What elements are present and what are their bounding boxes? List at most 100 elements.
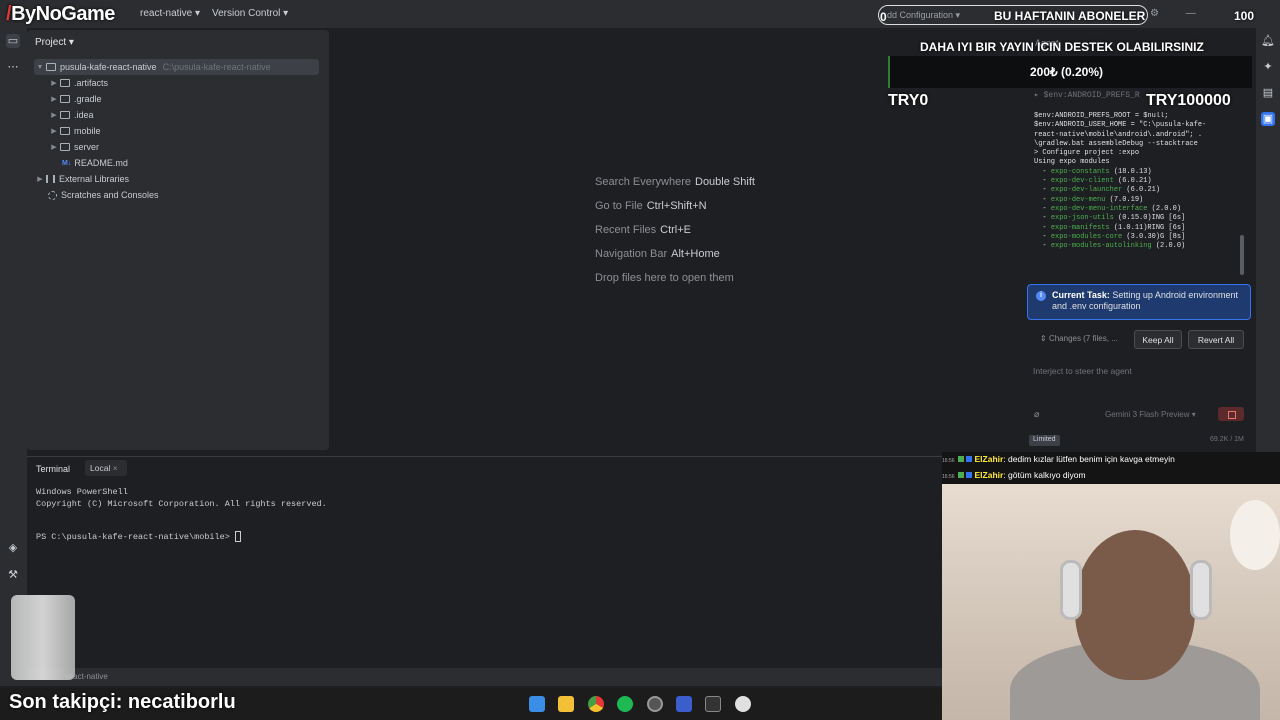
support-text: DAHA IYI BIR YAYIN ICIN DESTEK OLABILIRS… [920,40,1204,54]
terminal-line: Windows PowerShell [36,487,128,497]
spotify-icon[interactable] [617,696,633,712]
terminal-panel[interactable] [27,456,942,666]
hint-search-everywhere: Search Everywhere Double Shift [595,176,755,188]
module-line: - expo-manifests (1.0.11)RING [6s] [1034,223,1186,232]
chevron-right-icon[interactable]: ▶ [48,79,60,87]
database-icon[interactable]: ▤ [1261,86,1275,100]
window-controls[interactable]: ⚙ — [1150,8,1208,19]
tree-item-scratches[interactable]: Scratches and Consoles [48,187,159,203]
current-task-banner: i Current Task: Setting up Android envir… [1027,284,1251,320]
module-list: - expo-constants (18.0.13) - expo-dev-cl… [1034,168,1244,252]
module-line: - expo-dev-menu-interface (2.0.0) [1034,204,1182,213]
module-version: (3.0.30)G [8s] [1122,232,1186,241]
status-bar [0,668,942,686]
tree-item-server[interactable]: ▶ server [48,139,99,155]
folder-icon [60,127,70,135]
module-name: expo-json-utils [1050,214,1114,223]
chevron-down-icon[interactable]: ▼ [34,64,46,71]
terminal-tab[interactable]: Terminal [36,464,70,474]
headphone-left [1060,560,1082,620]
cmd-line: \gradlew.bat assembleDebug --stacktrace [1034,139,1198,148]
cmd-line: react-native\mobile\android\.android"; . [1034,130,1203,139]
module-name: expo-modules-core [1050,232,1123,241]
tree-item-gradle[interactable]: ▶ .gradle [48,91,101,107]
chrome-icon[interactable] [588,696,604,712]
local-tab[interactable]: Local × [85,460,127,476]
tree-root[interactable]: ▼ pusula-kafe-react-native C:\pusula-kaf… [34,59,319,75]
tree-item-label: mobile [74,126,101,136]
tree-item-label: .idea [74,110,94,120]
cmd-line: $env:ANDROID_USER_HOME = "C:\pusula-kafe… [1034,121,1207,130]
project-tool-icon[interactable]: ▭ [6,34,20,48]
tree-item-idea[interactable]: ▶ .idea [48,107,94,123]
module-version: (7.0.19) [1105,195,1144,204]
changes-summary[interactable]: ⇕ Changes (7 files, ... [1040,334,1118,343]
token-usage: 69.2K / 1M [1210,436,1244,443]
subs-zero: 0 [880,10,887,24]
hint-recent-files: Recent Files Ctrl+E [595,224,692,236]
module-version: (1.0.11)RING [6s] [1109,223,1186,232]
ide-icon[interactable] [676,696,692,712]
task-label: Current Task: [1052,290,1110,300]
chevron-right-icon[interactable]: ▶ [34,175,46,183]
tree-item-label: External Libraries [59,174,130,184]
chat-message: 16:56 ElZahir: götüm kalkıyo diyom [942,470,1086,480]
version-control-menu[interactable]: Version Control ▾ [212,8,288,19]
subs-count: 100 [1234,9,1255,23]
close-icon[interactable]: × [113,463,118,473]
obs-icon[interactable] [647,696,663,712]
chat-message: 16:56 ElZahir: dedim kızlar lütfen benim … [942,454,1175,464]
module-version: (2.0.0) [1147,204,1182,213]
tree-item-readme[interactable]: M↓ README.md [62,155,128,171]
module-name: expo-manifests [1050,223,1110,232]
project-view-dropdown[interactable]: Project ▾ [35,37,74,48]
terminal-cursor [234,531,241,542]
module-name: expo-dev-menu [1050,195,1106,204]
revert-all-button[interactable]: Revert All [1188,330,1244,349]
subs-title: BU HAFTANIN ABONELER [994,9,1146,23]
chevron-right-icon[interactable]: ▶ [48,111,60,119]
agent-scrollbar[interactable] [1240,235,1244,275]
left-tool-strip: ▭ ⋯ ◈ ⚒ [0,28,27,668]
agent-tool-icon[interactable]: ▣ [1261,112,1275,126]
module-name: expo-dev-launcher [1050,186,1123,195]
more-tools-icon[interactable]: ⋯ [6,60,20,74]
chevron-right-icon[interactable]: ▶ [48,143,60,151]
module-version: (2.0.0) [1151,242,1186,251]
file-explorer-icon[interactable] [558,696,574,712]
module-name: expo-constants [1050,167,1110,176]
app-icon[interactable] [735,696,751,712]
terminal-app-icon[interactable] [705,696,721,712]
info-icon: i [1036,291,1046,301]
folder-icon [46,63,56,71]
tree-root-label: pusula-kafe-react-native [60,62,157,72]
folder-icon [60,95,70,103]
module-name: expo-dev-menu-interface [1050,204,1148,213]
keep-all-button[interactable]: Keep All [1134,330,1182,349]
cmd-line: $env:ANDROID_PREFS_ROOT = $null; [1034,112,1169,120]
model-selector[interactable]: Gemini 3 Flash Preview ▾ [1105,410,1196,419]
stream-logo: /ByNoGame [6,3,115,25]
tree-item-label: Scratches and Consoles [61,190,159,200]
module-version: (6.0.21) [1122,186,1161,195]
tree-item-external-libraries[interactable]: ▶ External Libraries [34,171,129,187]
attach-icon[interactable]: ⌀ [1034,409,1039,420]
build-icon[interactable]: ⚒ [6,568,20,582]
cmd-line: Using expo modules [1034,158,1110,167]
module-name: expo-modules-autolinking [1050,242,1152,251]
module-version: (0.15.0)ING [6s] [1113,214,1186,223]
stop-button[interactable] [1218,407,1244,421]
chevron-right-icon[interactable]: ▶ [48,127,60,135]
ai-assistant-icon[interactable]: ✦ [1261,60,1275,74]
chevron-right-icon[interactable]: ▶ [48,95,60,103]
tree-item-artifacts[interactable]: ▶ .artifacts [48,75,108,91]
terminal-prompt[interactable]: PS C:\pusula-kafe-react-native\mobile> [36,531,241,542]
notifications-icon[interactable]: 🔔︎ [1261,34,1275,48]
project-menu[interactable]: react-native ▾ [140,8,200,19]
windows-start-icon[interactable] [529,696,545,712]
module-line: - expo-dev-client (6.0.21) [1034,177,1152,186]
plugins-icon[interactable]: ◈ [6,541,20,555]
module-line: - expo-dev-menu (7.0.19) [1034,195,1144,204]
tree-item-mobile[interactable]: ▶ mobile [48,123,101,139]
scratches-icon [48,190,57,200]
